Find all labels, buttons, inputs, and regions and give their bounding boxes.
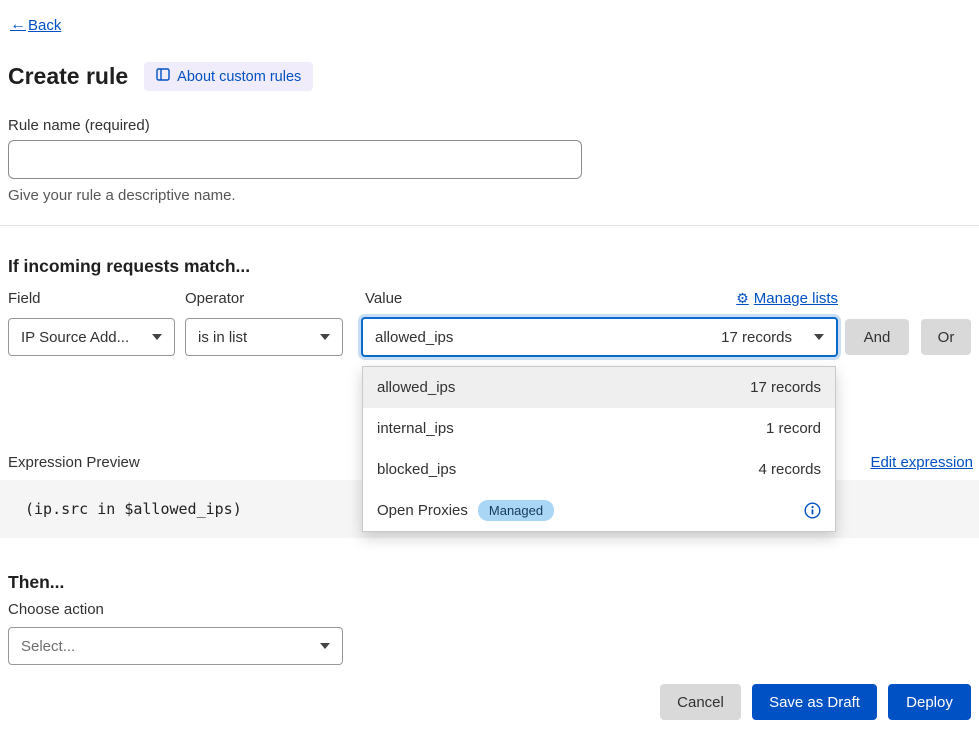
back-label: Back — [28, 17, 61, 34]
about-label: About custom rules — [177, 69, 301, 85]
or-button[interactable]: Or — [921, 319, 971, 355]
field-select-value: IP Source Add... — [21, 329, 129, 346]
rule-name-helper: Give your rule a descriptive name. — [8, 187, 236, 204]
field-column-label: Field — [8, 290, 41, 307]
operator-select[interactable]: is in list — [185, 318, 343, 356]
managed-badge: Managed — [478, 500, 554, 521]
then-section-heading: Then... — [8, 572, 64, 593]
match-section-heading: If incoming requests match... — [8, 256, 250, 277]
value-select-name: allowed_ips — [375, 329, 453, 346]
expression-preview-label: Expression Preview — [8, 454, 140, 471]
back-link[interactable]: ←Back — [10, 16, 61, 34]
chevron-down-icon — [320, 643, 330, 649]
expression-code: (ip.src in $allowed_ips) — [25, 500, 242, 518]
action-select-value: Select... — [21, 638, 75, 655]
list-option-name: allowed_ips — [377, 379, 455, 396]
list-option-blocked-ips[interactable]: blocked_ips 4 records — [363, 449, 835, 490]
value-select-meta: 17 records — [721, 329, 806, 346]
manage-lists-label: Manage lists — [754, 290, 838, 307]
chevron-down-icon — [320, 334, 330, 340]
value-dropdown-menu: allowed_ips 17 records internal_ips 1 re… — [362, 366, 836, 532]
operator-column-label: Operator — [185, 290, 244, 307]
edit-expression-link[interactable]: Edit expression — [870, 454, 973, 471]
operator-select-value: is in list — [198, 329, 247, 346]
deploy-button[interactable]: Deploy — [888, 684, 971, 720]
title-row: Create rule About custom rules — [8, 62, 313, 91]
list-option-allowed-ips[interactable]: allowed_ips 17 records — [363, 367, 835, 408]
rule-name-label: Rule name (required) — [8, 117, 150, 134]
save-as-draft-button[interactable]: Save as Draft — [752, 684, 877, 720]
list-option-internal-ips[interactable]: internal_ips 1 record — [363, 408, 835, 449]
chevron-down-icon — [152, 334, 162, 340]
list-option-name: Open Proxies — [377, 502, 468, 519]
list-option-name: internal_ips — [377, 420, 454, 437]
gear-icon: ⚙ — [736, 290, 749, 307]
list-option-name: blocked_ips — [377, 461, 456, 478]
manage-lists-link[interactable]: ⚙ Manage lists — [736, 290, 838, 307]
list-option-meta: 17 records — [750, 379, 821, 396]
back-arrow-icon: ← — [10, 16, 26, 34]
cancel-button[interactable]: Cancel — [660, 684, 741, 720]
action-select[interactable]: Select... — [8, 627, 343, 665]
value-select[interactable]: allowed_ips 17 records — [361, 317, 838, 357]
value-column-label: Value — [365, 290, 402, 307]
and-button[interactable]: And — [845, 319, 909, 355]
book-icon — [156, 68, 170, 85]
about-custom-rules-link[interactable]: About custom rules — [144, 62, 313, 91]
choose-action-label: Choose action — [8, 601, 104, 618]
list-option-meta: 1 record — [766, 420, 821, 437]
rule-name-input[interactable] — [8, 140, 582, 179]
list-option-meta: 4 records — [758, 461, 821, 478]
chevron-down-icon — [814, 334, 824, 340]
create-rule-page: ←Back Create rule About custom rules Rul… — [0, 0, 979, 739]
list-option-open-proxies[interactable]: Open Proxies Managed — [363, 490, 835, 531]
info-icon[interactable] — [804, 502, 821, 519]
field-select[interactable]: IP Source Add... — [8, 318, 175, 356]
section-divider — [0, 225, 979, 226]
page-title: Create rule — [8, 63, 128, 90]
